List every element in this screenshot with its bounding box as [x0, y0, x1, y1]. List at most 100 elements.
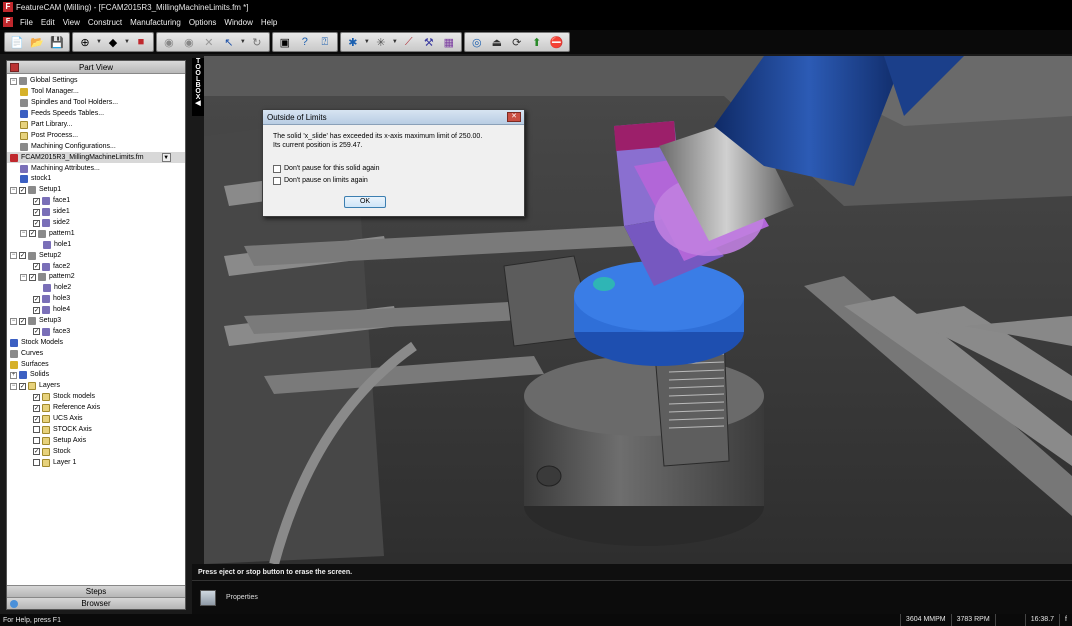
collapse-icon[interactable]: − — [20, 230, 27, 238]
circle-icon[interactable]: ◉ — [180, 33, 198, 51]
menu-edit[interactable]: Edit — [37, 18, 59, 27]
expand-icon[interactable]: + — [10, 371, 17, 379]
chevron-down-icon[interactable]: ▼ — [96, 39, 102, 45]
cube-icon[interactable]: ▦ — [440, 33, 458, 51]
chevron-down-icon[interactable]: ▼ — [124, 39, 130, 45]
open-folder-icon[interactable]: 📂 — [28, 33, 46, 51]
tree-item[interactable]: ✓ Stock models — [7, 392, 185, 403]
visibility-checkbox[interactable]: ✓ — [33, 219, 40, 227]
collapse-icon[interactable]: − — [20, 273, 27, 281]
properties-label[interactable]: Properties — [226, 594, 258, 601]
doc-menu-icon[interactable]: F — [3, 17, 13, 27]
visibility-checkbox[interactable] — [33, 426, 40, 434]
tab-steps[interactable]: Steps — [7, 585, 185, 597]
dont-pause-solid-checkbox[interactable] — [273, 165, 281, 174]
tree-item[interactable]: Part Library... — [7, 120, 185, 131]
tree-item[interactable]: − ✓ Setup1 — [7, 185, 185, 196]
tree-item[interactable]: Machining Configurations... — [7, 141, 185, 152]
visibility-checkbox[interactable]: ✓ — [19, 252, 26, 260]
visibility-checkbox[interactable]: ✓ — [33, 295, 40, 303]
tree-item[interactable]: Curves — [7, 348, 185, 359]
menu-view[interactable]: View — [59, 18, 84, 27]
visibility-checkbox[interactable]: ✓ — [33, 197, 40, 205]
dont-pause-limits-checkbox[interactable] — [273, 176, 281, 185]
tool-icon[interactable]: ⚒ — [420, 33, 438, 51]
tree-item[interactable]: − ✓ Layers — [7, 381, 185, 392]
tree-item[interactable]: − Global Settings — [7, 76, 185, 87]
visibility-checkbox[interactable]: ✓ — [19, 382, 26, 390]
move-icon[interactable]: ✱ — [344, 33, 362, 51]
arrow-icon[interactable]: ⬆ — [528, 33, 546, 51]
visibility-checkbox[interactable] — [33, 437, 40, 445]
tree-item[interactable]: Spindles and Tool Holders... — [7, 98, 185, 109]
chevron-down-icon[interactable]: ▼ — [161, 153, 171, 163]
tree-item[interactable]: ✓ hole3 — [7, 294, 185, 305]
shaded-view-icon[interactable]: ◆ — [104, 33, 122, 51]
tree-item[interactable]: Layer 1 — [7, 457, 185, 468]
rotate-icon[interactable]: ↻ — [248, 33, 266, 51]
tree-item[interactable]: ✓ side1 — [7, 207, 185, 218]
x-icon[interactable]: ✕ — [200, 33, 218, 51]
visibility-checkbox[interactable]: ✓ — [33, 208, 40, 216]
question-icon[interactable]: ⍰ — [316, 33, 334, 51]
tree-item[interactable]: − ✓ Setup3 — [7, 316, 185, 327]
close-icon[interactable]: ✕ — [507, 112, 521, 122]
collapse-icon[interactable]: − — [10, 77, 17, 85]
tree-item[interactable]: − ✓ pattern1 — [7, 228, 185, 239]
menu-construct[interactable]: Construct — [84, 18, 126, 27]
visibility-checkbox[interactable] — [33, 459, 40, 467]
step-icon[interactable]: ⟳ — [508, 33, 526, 51]
tree-item[interactable]: Stock Models — [7, 337, 185, 348]
tree-item[interactable]: − ✓ Setup2 — [7, 250, 185, 261]
dont-pause-limits-option[interactable]: Don't pause on limits again — [273, 177, 514, 186]
curve-icon[interactable]: ⟋ — [400, 33, 418, 51]
properties-icon[interactable] — [200, 589, 216, 606]
dont-pause-solid-option[interactable]: Don't pause for this solid again — [273, 165, 514, 174]
cursor-select-icon[interactable]: ↖ — [220, 33, 238, 51]
visibility-checkbox[interactable]: ✓ — [29, 273, 36, 281]
tree-item[interactable]: Setup Axis — [7, 435, 185, 446]
visibility-checkbox[interactable]: ✓ — [19, 317, 26, 325]
visibility-checkbox[interactable]: ✓ — [33, 306, 40, 314]
ok-button[interactable]: OK — [344, 196, 386, 208]
tree-item[interactable]: hole1 — [7, 239, 185, 250]
new-file-icon[interactable]: 📄 — [8, 33, 26, 51]
eraser-icon[interactable]: ■ — [132, 33, 150, 51]
visibility-checkbox[interactable]: ✓ — [33, 404, 40, 412]
tree-item[interactable]: ✓ face3 — [7, 326, 185, 337]
visibility-checkbox[interactable]: ✓ — [19, 186, 26, 194]
collapse-icon[interactable]: − — [10, 382, 17, 390]
visibility-checkbox[interactable]: ✓ — [33, 393, 40, 401]
collapse-icon[interactable]: − — [10, 186, 17, 194]
collapse-icon[interactable]: − — [10, 317, 17, 325]
globe-view-icon[interactable]: ⊕ — [76, 33, 94, 51]
eject-icon[interactable]: ⏏ — [488, 33, 506, 51]
save-icon[interactable]: 💾 — [48, 33, 66, 51]
circle-icon[interactable]: ◉ — [160, 33, 178, 51]
collapse-icon[interactable]: − — [10, 252, 17, 260]
tree-item[interactable]: hole2 — [7, 283, 185, 294]
screenshot-icon[interactable]: ▣ — [276, 33, 294, 51]
tree-item[interactable]: ✓ face2 — [7, 261, 185, 272]
tree-item[interactable]: Tool Manager... — [7, 87, 185, 98]
visibility-checkbox[interactable]: ✓ — [29, 230, 36, 238]
visibility-checkbox[interactable]: ✓ — [33, 415, 40, 423]
simulation-icon[interactable]: ◎ — [468, 33, 486, 51]
tree-item[interactable]: Machining Attributes... — [7, 163, 185, 174]
tree-item[interactable]: ✓ UCS Axis — [7, 414, 185, 425]
tree-item[interactable]: stock1 — [7, 174, 185, 185]
tree-item[interactable]: Feeds Speeds Tables... — [7, 109, 185, 120]
tree-item[interactable]: STOCK Axis — [7, 425, 185, 436]
tree-item[interactable]: ✓ hole4 — [7, 305, 185, 316]
menu-help[interactable]: Help — [257, 18, 281, 27]
tree-item[interactable]: Post Process... — [7, 130, 185, 141]
tree-item[interactable]: + Solids — [7, 370, 185, 381]
snap-icon[interactable]: ✳ — [372, 33, 390, 51]
tree-item[interactable]: ✓ Reference Axis — [7, 403, 185, 414]
stop-icon[interactable]: ⛔ — [548, 33, 566, 51]
menu-options[interactable]: Options — [185, 18, 221, 27]
chevron-down-icon[interactable]: ▼ — [364, 39, 370, 45]
menu-file[interactable]: File — [16, 18, 37, 27]
visibility-checkbox[interactable]: ✓ — [33, 263, 40, 271]
help-icon[interactable]: ? — [296, 33, 314, 51]
